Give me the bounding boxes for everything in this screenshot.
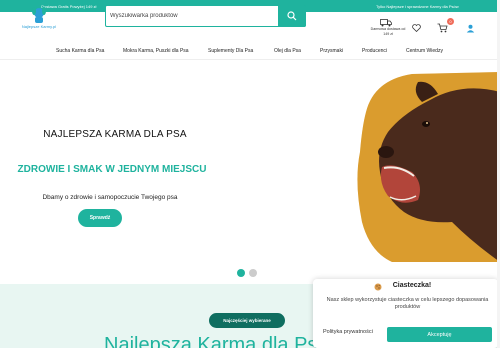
nav-item-oil[interactable]: Olej dla Psa bbox=[274, 48, 301, 54]
hero-title: NAJLEPSZA KARMA DLA PSA bbox=[43, 129, 187, 140]
hero-subtitle: ZDROWIE I SMAK W JEDNYM MIEJSCU bbox=[17, 164, 207, 175]
nav-item-supplements[interactable]: Suplementy Dla Psa bbox=[208, 48, 253, 54]
main-nav: Sucha Karma dla Psa Mokra Karma, Puszki … bbox=[0, 44, 500, 60]
dog-photo bbox=[357, 72, 500, 262]
cart-count-badge: 0 bbox=[447, 18, 454, 25]
cookie-title: Ciasteczka! bbox=[392, 282, 432, 289]
cookie-popup: Ciasteczka! Nasz sklep wykorzystuje cias… bbox=[313, 279, 498, 348]
site-logo[interactable]: Najlepsze Karmy.pl bbox=[16, 6, 62, 32]
cart-icon[interactable] bbox=[437, 23, 448, 33]
nav-item-treats[interactable]: Przysmaki bbox=[320, 48, 343, 54]
user-account-icon[interactable] bbox=[466, 24, 475, 33]
accept-cookies-button[interactable]: Akceptuję bbox=[387, 327, 492, 342]
free-delivery-text: Darmowa dostawa od 149 zł bbox=[370, 27, 406, 36]
hero-cta-button[interactable]: Sprawdź bbox=[78, 209, 122, 227]
hero-description: Dbamy o zdrowie i samopoczucie Twojego p… bbox=[42, 194, 178, 201]
search-input[interactable] bbox=[110, 9, 276, 23]
privacy-policy-link[interactable]: Polityka prywatności bbox=[323, 329, 373, 335]
search-icon bbox=[287, 11, 297, 21]
search-bar bbox=[105, 5, 306, 27]
slider-dot[interactable] bbox=[249, 269, 257, 277]
search-button[interactable] bbox=[278, 5, 306, 27]
slider-dot-active[interactable] bbox=[237, 269, 245, 277]
nav-item-producers[interactable]: Producenci bbox=[362, 48, 387, 54]
logo-text: Najlepsze Karmy.pl bbox=[21, 24, 57, 29]
bestsellers-badge: Najczęściej wybierane bbox=[209, 313, 285, 328]
nav-item-dry-food[interactable]: Sucha Karma dla Psa bbox=[56, 48, 104, 54]
delivery-truck-icon bbox=[380, 19, 392, 27]
announcement-best-foods: Tylko Najlepsze i sprawdzone Karmy dla P… bbox=[375, 3, 459, 9]
heart-icon[interactable] bbox=[412, 24, 421, 32]
dog-logo-icon bbox=[32, 7, 46, 23]
nav-item-wet-food[interactable]: Mokra Karma, Puszki dla Psa bbox=[123, 48, 189, 54]
nav-item-knowledge[interactable]: Centrum Wiedzy bbox=[406, 48, 443, 54]
cookie-text: Nasz sklep wykorzystuje ciasteczka w cel… bbox=[326, 297, 489, 310]
